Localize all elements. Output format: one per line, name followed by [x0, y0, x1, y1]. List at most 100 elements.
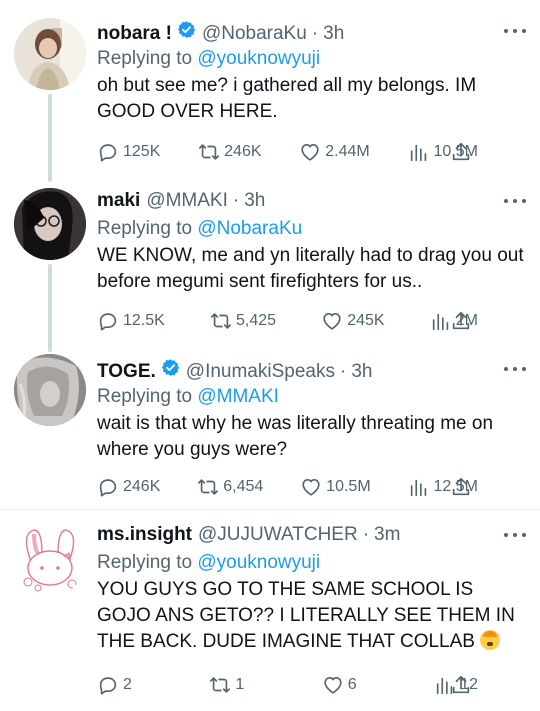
tweet-3[interactable]: TOGE. @InumakiSpeaks · 3h Replying to @M… — [0, 346, 540, 510]
more-dots-icon[interactable] — [504, 196, 526, 206]
reply-count: 12.5K — [123, 312, 165, 329]
tweet-text: YOU GUYS GO TO THE SAME SCHOOL IS GOJO A… — [97, 579, 515, 652]
reply-button[interactable]: 125K — [97, 141, 160, 163]
handle[interactable]: @MMAKI — [146, 190, 228, 212]
tweet-text: WE KNOW, me and yn literally had to drag… — [97, 245, 524, 292]
bar-chart-icon — [410, 479, 426, 497]
replying-to-link[interactable]: @youknowyuji — [197, 48, 320, 69]
action-bar: 12.5K 5,425 245K 2M — [97, 308, 478, 334]
display-name[interactable]: nobara ! — [97, 23, 172, 45]
timestamp[interactable]: 3h — [323, 23, 344, 45]
comment-icon — [99, 144, 117, 162]
comment-icon — [99, 677, 117, 695]
like-button[interactable]: 2.44M — [299, 141, 370, 163]
retweet-count: 5,425 — [235, 312, 277, 329]
reply-button[interactable]: 2 — [97, 674, 132, 696]
timestamp[interactable]: 3h — [351, 361, 372, 383]
avatar[interactable] — [14, 18, 86, 90]
reply-button[interactable]: 246K — [97, 476, 160, 498]
verified-badge-icon — [161, 359, 179, 376]
like-count: 2.44M — [325, 143, 370, 160]
tweet-4[interactable]: ms.insight @JUJUWATCHER · 3m Replying to… — [0, 510, 540, 711]
like-button[interactable]: 10.5M — [300, 476, 371, 498]
replying-label: Replying to — [97, 552, 193, 573]
separator-dot: · — [362, 524, 370, 545]
avatar[interactable] — [14, 188, 86, 260]
timestamp[interactable]: 3h — [244, 190, 265, 212]
action-bar: 2 1 6 12 — [97, 672, 478, 698]
like-count: 6 — [347, 676, 357, 693]
like-count: 10.5M — [326, 478, 371, 495]
reply-count: 2 — [123, 676, 132, 693]
more-dots-icon[interactable] — [504, 26, 526, 36]
retweet-icon — [199, 144, 220, 160]
share-icon[interactable] — [450, 476, 472, 498]
retweet-count: 6,454 — [223, 478, 264, 495]
share-icon[interactable] — [450, 674, 472, 696]
display-name[interactable]: TOGE. — [97, 361, 156, 383]
heart-icon — [323, 313, 341, 330]
retweet-icon — [198, 479, 219, 495]
retweet-button[interactable]: 1 — [209, 674, 244, 696]
avatar[interactable] — [14, 524, 86, 596]
more-dots-icon[interactable] — [504, 530, 526, 540]
more-dots-icon[interactable] — [504, 364, 526, 374]
avatar[interactable] — [14, 354, 86, 426]
replying-to: Replying to @youknowyuji — [97, 550, 526, 576]
tweet-2[interactable]: maki @MMAKI · 3h Replying to @NobaraKu W… — [0, 176, 540, 352]
retweet-icon — [210, 313, 231, 329]
tweet-text: wait is that why he was literally threat… — [97, 413, 494, 460]
thread-line — [48, 264, 52, 352]
separator-dot: · — [339, 361, 347, 382]
handle[interactable]: @NobaraKu — [202, 23, 307, 45]
bar-chart-icon — [432, 313, 448, 331]
bar-chart-icon — [410, 144, 426, 162]
separator-dot: · — [232, 190, 240, 211]
reply-button[interactable]: 12.5K — [97, 310, 165, 332]
heart-icon — [302, 479, 320, 496]
action-bar: 246K 6,454 10.5M 12.5M — [97, 474, 478, 500]
comment-icon — [99, 313, 117, 331]
avatar-image — [14, 18, 86, 90]
replying-label: Replying to — [97, 218, 193, 239]
verified-badge-icon — [177, 21, 196, 38]
tweet-text: oh but see me? i gathered all my belongs… — [97, 75, 477, 122]
retweet-icon — [210, 677, 231, 693]
avatar-image — [14, 524, 86, 596]
replying-to: Replying to @youknowyuji — [97, 46, 526, 72]
retweet-count: 246K — [224, 143, 262, 160]
like-button[interactable]: 6 — [322, 674, 357, 696]
tweet-text-block: YOU GUYS GO TO THE SAME SCHOOL IS GOJO A… — [97, 577, 526, 655]
avatar-image — [14, 354, 86, 426]
replying-to: Replying to @MMAKI — [97, 384, 526, 410]
like-count: 245K — [347, 312, 385, 329]
share-icon[interactable] — [450, 310, 472, 332]
exploding-head-emoji-icon — [480, 630, 501, 650]
handle[interactable]: @JUJUWATCHER — [198, 524, 358, 546]
replying-to-link[interactable]: @NobaraKu — [197, 218, 302, 239]
comment-icon — [99, 479, 117, 497]
reply-count: 125K — [123, 143, 161, 160]
retweet-button[interactable]: 5,425 — [210, 310, 276, 332]
like-button[interactable]: 245K — [321, 310, 385, 332]
timestamp[interactable]: 3m — [374, 524, 400, 546]
retweet-count: 1 — [235, 676, 245, 693]
tweet-1[interactable]: nobara ! @NobaraKu · 3h Replying to @you… — [0, 0, 540, 182]
replying-label: Replying to — [97, 48, 193, 69]
share-icon[interactable] — [450, 141, 472, 163]
handle[interactable]: @InumakiSpeaks — [186, 361, 335, 383]
thread-line — [48, 94, 52, 182]
reply-count: 246K — [123, 478, 161, 495]
heart-icon — [301, 144, 319, 161]
avatar-image — [14, 188, 86, 260]
retweet-button[interactable]: 246K — [198, 141, 262, 163]
heart-icon — [324, 677, 342, 694]
replying-to: Replying to @NobaraKu — [97, 216, 526, 242]
display-name[interactable]: maki — [97, 190, 140, 212]
action-bar: 125K 246K 2.44M 10.5M — [97, 139, 478, 165]
replying-to-link[interactable]: @MMAKI — [197, 386, 279, 407]
display-name[interactable]: ms.insight — [97, 524, 192, 546]
replying-to-link[interactable]: @youknowyuji — [197, 552, 320, 573]
retweet-button[interactable]: 6,454 — [197, 476, 263, 498]
separator-dot: · — [311, 23, 319, 44]
